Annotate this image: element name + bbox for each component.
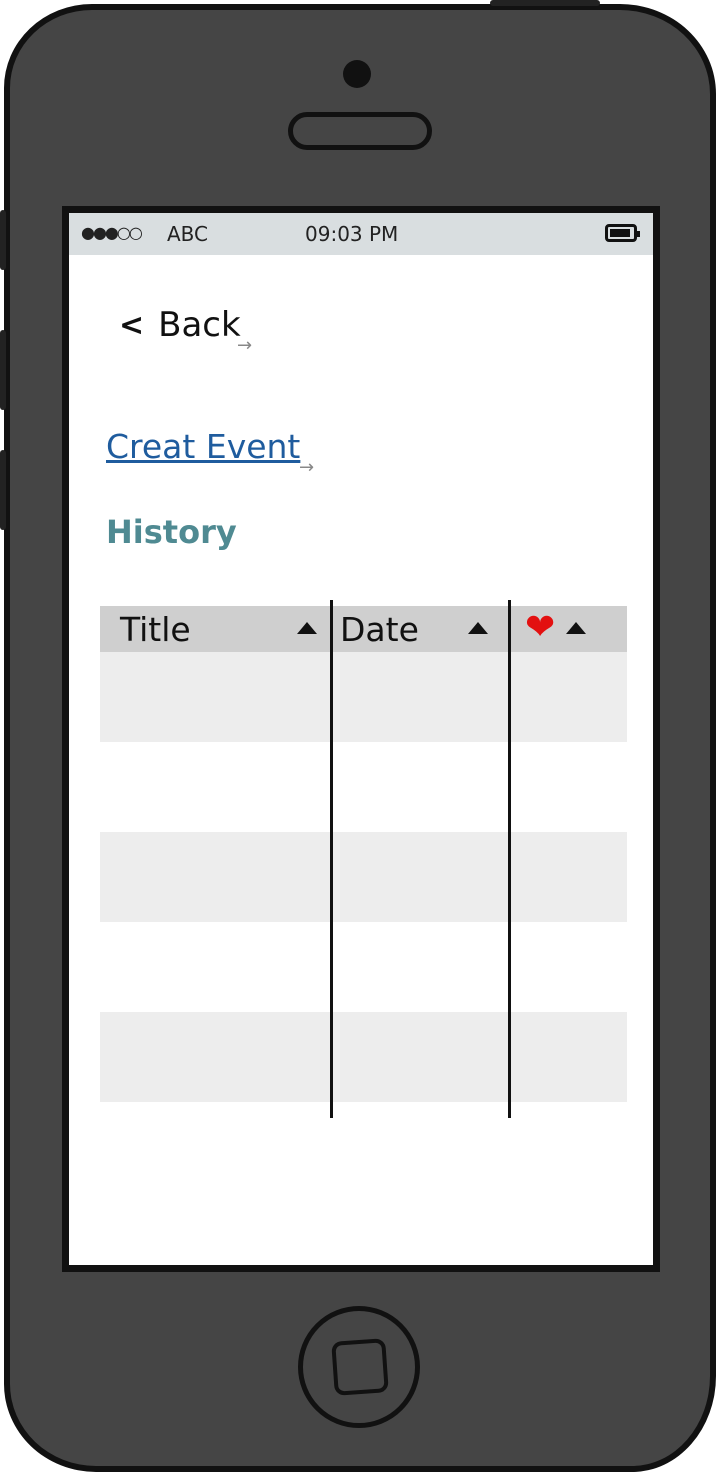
create-event-link[interactable]: Creat Event <box>106 427 300 466</box>
volume-button <box>0 210 6 270</box>
column-divider <box>508 600 511 1118</box>
clock-label: 09:03 PM <box>305 222 399 246</box>
sort-ascending-icon[interactable] <box>297 622 317 634</box>
link-arrow-icon: → <box>299 457 315 478</box>
sort-ascending-icon[interactable] <box>566 622 586 634</box>
speaker-grille <box>288 112 432 150</box>
carrier-label: ABC <box>167 222 209 246</box>
phone-screen: ●●●○○ ABC 09:03 PM < Back → Creat Event … <box>62 206 660 1272</box>
volume-button <box>0 330 6 410</box>
table-row[interactable] <box>100 1012 627 1102</box>
volume-button <box>0 450 6 530</box>
home-button[interactable] <box>298 1306 420 1428</box>
table-row[interactable] <box>100 652 627 742</box>
table-row[interactable] <box>100 922 627 1012</box>
status-bar: ●●●○○ ABC 09:03 PM <box>69 213 653 255</box>
camera-icon <box>343 60 371 88</box>
power-button <box>490 0 600 6</box>
table-header: Title Date ❤ <box>100 606 627 652</box>
link-arrow-icon: → <box>237 335 253 356</box>
battery-icon <box>605 224 640 242</box>
column-divider <box>330 600 333 1118</box>
home-square-icon <box>331 1338 389 1396</box>
back-button[interactable]: < Back <box>119 305 241 345</box>
history-table: Title Date ❤ <box>100 600 627 1118</box>
table-row[interactable] <box>100 832 627 922</box>
signal-icon: ●●●○○ <box>81 223 143 242</box>
chevron-left-icon: < <box>119 307 145 343</box>
column-header-title[interactable]: Title <box>120 610 191 649</box>
heart-icon[interactable]: ❤ <box>525 608 555 648</box>
column-header-date[interactable]: Date <box>340 610 419 649</box>
sort-ascending-icon[interactable] <box>468 622 488 634</box>
table-row[interactable] <box>100 742 627 832</box>
back-label: Back <box>158 305 241 345</box>
history-title: History <box>106 513 237 551</box>
